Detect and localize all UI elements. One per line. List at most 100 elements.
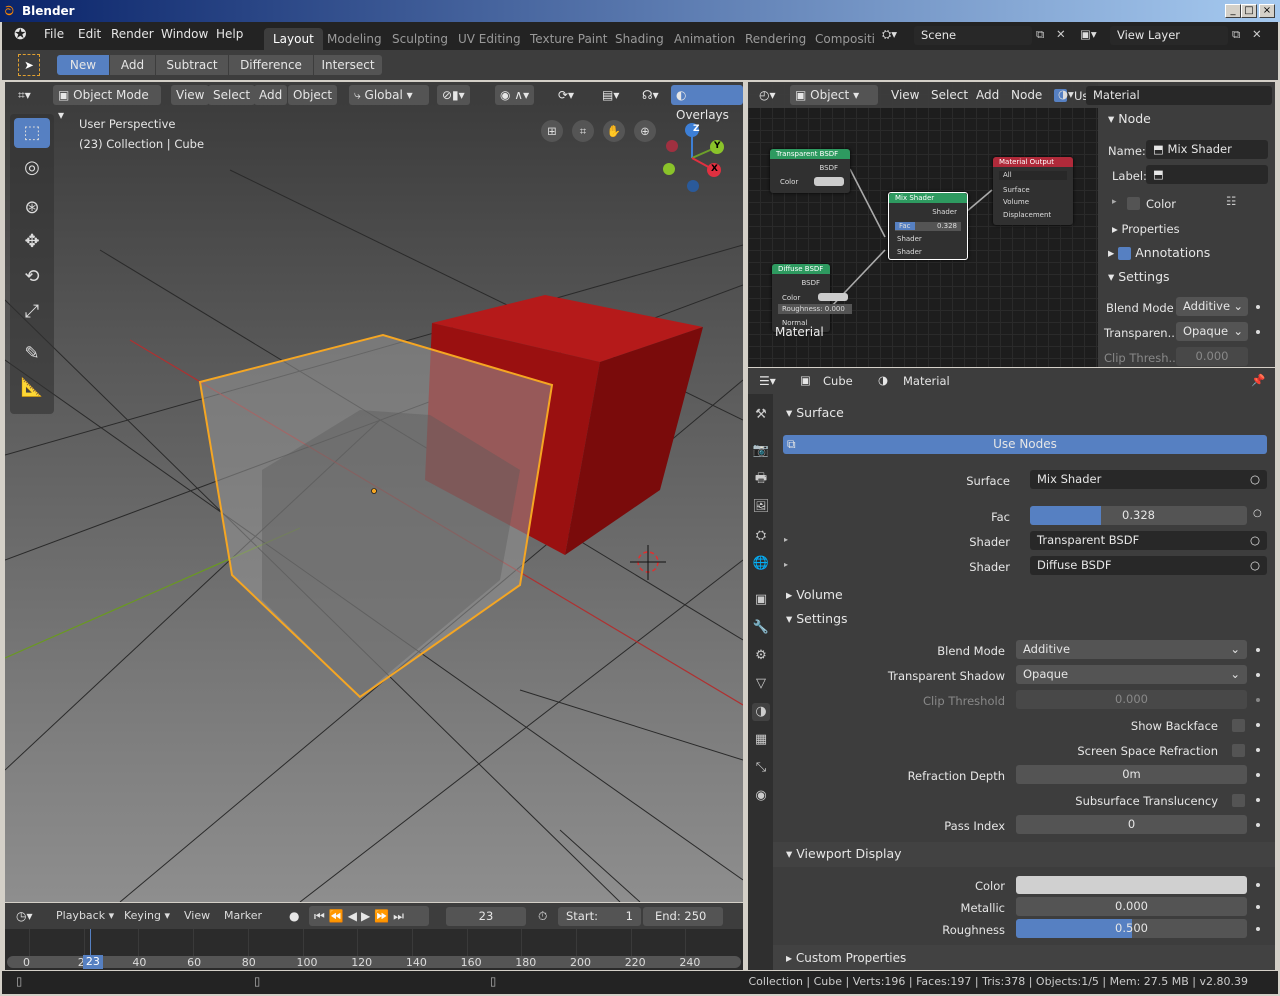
start-frame-field[interactable]: Start: 1 bbox=[558, 907, 641, 926]
node-mix-shader[interactable]: Mix Shader Shader Fac 0.328 Shader Shader bbox=[888, 192, 968, 260]
shader1-field[interactable]: Transparent BSDF ○ bbox=[1030, 531, 1267, 550]
tab-texture-paint[interactable]: Texture Paint bbox=[521, 28, 616, 50]
surface-shader-field[interactable]: Mix Shader ○ bbox=[1030, 470, 1267, 489]
tab-rendering[interactable]: Rendering bbox=[736, 28, 815, 50]
roughness-slider[interactable]: 0.500 bbox=[1016, 919, 1247, 938]
fac-slider[interactable]: 0.328 bbox=[1030, 506, 1247, 525]
shader2-field[interactable]: Diffuse BSDF ○ bbox=[1030, 556, 1267, 575]
sss-checkbox[interactable] bbox=[1232, 794, 1245, 807]
render-tab-icon[interactable]: 📷 bbox=[752, 442, 770, 460]
orientation-dropdown[interactable]: ⤷ Global ▾ bbox=[349, 85, 429, 105]
tool-tab-icon[interactable]: ⚒ bbox=[752, 406, 770, 424]
volume-panel-header[interactable]: ▸ Volume bbox=[786, 587, 843, 602]
blend-mode-dropdown[interactable]: Additive ⌄ bbox=[1176, 297, 1248, 316]
zoom-icon[interactable]: ⊕ bbox=[634, 120, 656, 142]
menu-window[interactable]: Window bbox=[161, 27, 208, 41]
keyframe-dot[interactable] bbox=[1256, 305, 1260, 309]
transparent-shadow-dropdown[interactable]: Opaque ⌄ bbox=[1016, 665, 1247, 684]
minimize-button[interactable]: _ bbox=[1225, 4, 1241, 18]
breadcrumb-object[interactable]: Cube bbox=[823, 374, 853, 388]
settings-panel-header[interactable]: ▾ Settings bbox=[786, 611, 848, 626]
pin-icon[interactable]: 📌 bbox=[1251, 373, 1265, 387]
keyframe-dot[interactable] bbox=[1256, 648, 1260, 652]
menu-keying[interactable]: Keying ▾ bbox=[119, 906, 175, 926]
menu-marker[interactable]: Marker bbox=[219, 906, 267, 926]
keyframe-dot[interactable] bbox=[1256, 927, 1260, 931]
gizmo-toggle-icon[interactable]: ☊▾ bbox=[637, 85, 664, 105]
target-dropdown[interactable]: All bbox=[999, 171, 1067, 180]
use-nodes-button[interactable]: ⧉ Use Nodes bbox=[783, 435, 1267, 454]
color-swatch[interactable] bbox=[814, 177, 844, 186]
expand-icon[interactable]: ▸ bbox=[1112, 197, 1117, 207]
refraction-depth-field[interactable]: 0m bbox=[1016, 765, 1247, 784]
material-tab-icon[interactable]: ◑ bbox=[752, 703, 770, 721]
keyframe-dot[interactable] bbox=[1256, 673, 1260, 677]
move-tool-icon[interactable]: ⊛ bbox=[14, 193, 50, 223]
material-field[interactable]: Material bbox=[1086, 86, 1272, 105]
scene-tab-icon[interactable]: ⛭ bbox=[752, 527, 770, 545]
new-scene-icon[interactable]: ⧉ bbox=[1036, 27, 1044, 42]
keyframe-dot[interactable] bbox=[1256, 748, 1260, 752]
cursor-tool-icon[interactable]: ◎ bbox=[14, 153, 50, 183]
annotate-tool-icon[interactable]: ✎ bbox=[14, 339, 50, 369]
menu-node[interactable]: Node bbox=[1006, 85, 1047, 105]
node-material-output[interactable]: Material Output All Surface Volume Displ… bbox=[993, 157, 1073, 225]
world-tab-icon[interactable]: 🌐 bbox=[752, 555, 770, 573]
tab-shading[interactable]: Shading bbox=[606, 28, 673, 50]
keyframe-dot[interactable] bbox=[1256, 698, 1260, 702]
snap-icon[interactable]: ⊘▮▾ bbox=[437, 85, 470, 105]
node-transparent-bsdf[interactable]: Transparent BSDF BSDF Color bbox=[770, 149, 850, 193]
panel-node-header[interactable]: ▾ Node bbox=[1108, 111, 1151, 126]
translate-tool-icon[interactable]: ✥ bbox=[14, 227, 50, 257]
view-layer-field[interactable]: View Layer bbox=[1110, 26, 1228, 45]
end-frame-field[interactable]: End: 250 bbox=[643, 907, 723, 926]
overlays-button[interactable]: ◐ Overlays bbox=[671, 85, 743, 122]
current-frame-badge[interactable]: 23 bbox=[82, 955, 103, 969]
scene-field[interactable]: Scene bbox=[914, 26, 1032, 45]
transparent-shadow-dropdown[interactable]: Opaque ⌄ bbox=[1176, 322, 1248, 341]
color-swatch[interactable] bbox=[818, 293, 848, 301]
clip-field[interactable]: 0.000 bbox=[1176, 347, 1248, 366]
annotations-panel[interactable]: ▸ Annotations bbox=[1108, 245, 1210, 260]
menu-select[interactable]: Select bbox=[208, 85, 256, 105]
keyframe-dot[interactable] bbox=[1256, 905, 1260, 909]
menu-view[interactable]: View bbox=[171, 85, 210, 105]
fac-field[interactable]: Fac 0.328 bbox=[895, 222, 961, 231]
blender-menu-icon[interactable]: ✪ bbox=[14, 25, 27, 43]
show-backface-checkbox[interactable] bbox=[1232, 719, 1245, 732]
object-data-tab-icon[interactable]: ◉ bbox=[752, 787, 770, 805]
measure-tool-icon[interactable]: 📐 bbox=[14, 373, 50, 403]
menu-render[interactable]: Render bbox=[111, 27, 154, 41]
keyframe-dot[interactable] bbox=[1256, 773, 1260, 777]
object-type-dropdown[interactable]: ▣ Object ▾ bbox=[790, 85, 878, 105]
maximize-button[interactable]: □ bbox=[1241, 4, 1257, 18]
ssr-checkbox[interactable] bbox=[1232, 744, 1245, 757]
keyframe-dot[interactable] bbox=[1256, 723, 1260, 727]
menu-view[interactable]: View bbox=[886, 85, 924, 105]
menu-add[interactable]: Add bbox=[254, 85, 288, 105]
keyframe-dot[interactable] bbox=[1256, 823, 1260, 827]
mode-dropdown[interactable]: ▣ Object Mode ▾ bbox=[53, 85, 161, 122]
menu-view[interactable]: View bbox=[179, 906, 215, 926]
timeline-editor-icon[interactable]: ◷▾ bbox=[11, 906, 38, 926]
menu-file[interactable]: File bbox=[44, 27, 64, 41]
particles-tab-icon[interactable]: ⚙ bbox=[752, 647, 770, 665]
object-tab-icon[interactable]: ▣ bbox=[752, 591, 770, 609]
menu-object[interactable]: Object bbox=[288, 85, 338, 105]
menu-select[interactable]: Select bbox=[926, 85, 973, 105]
record-icon[interactable]: ● bbox=[284, 906, 304, 926]
texture-tab-icon[interactable]: ▦ bbox=[752, 731, 770, 749]
node-diffuse-bsdf[interactable]: Diffuse BSDF BSDF Color Roughness: 0.000… bbox=[772, 264, 852, 332]
tab-modeling[interactable]: Modeling bbox=[318, 28, 391, 50]
tab-animation[interactable]: Animation bbox=[665, 28, 744, 50]
mode-new-button[interactable]: New bbox=[57, 55, 109, 75]
blend-mode-dropdown[interactable]: Additive ⌄ bbox=[1016, 640, 1247, 659]
keyframe-dot[interactable] bbox=[1256, 883, 1260, 887]
select-box-icon[interactable]: ➤ bbox=[18, 54, 40, 76]
keyframe-dot[interactable] bbox=[1256, 330, 1260, 334]
mode-subtract-button[interactable]: Subtract bbox=[156, 55, 228, 75]
stopwatch-icon[interactable]: ⏱ bbox=[533, 906, 552, 926]
color-checkbox[interactable] bbox=[1127, 197, 1140, 210]
output-tab-icon[interactable]: 🖶 bbox=[752, 470, 770, 488]
color-presets-icon[interactable]: ☷ bbox=[1226, 194, 1236, 208]
